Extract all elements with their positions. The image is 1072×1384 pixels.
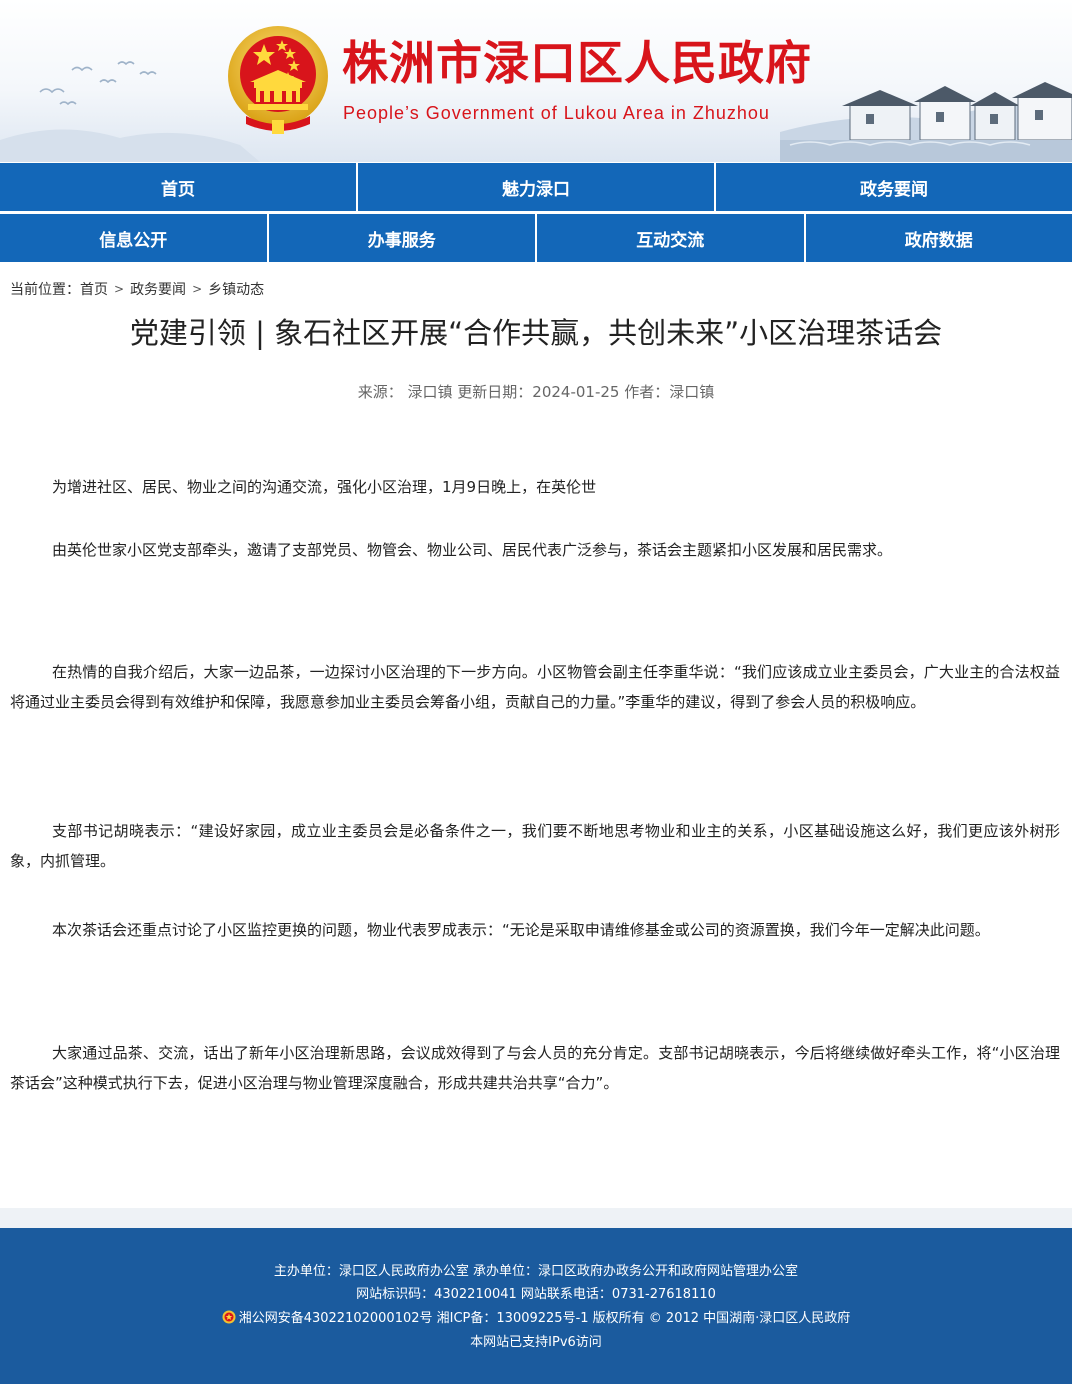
article-paragraph: 为增进社区、居民、物业之间的沟通交流，强化小区治理，1月9日晚上，在英伦世 — [52, 478, 597, 496]
article-paragraph: 支部书记胡晓表示：“建设好家园，成立业主委员会是必备条件之一，我们要不断地思考物… — [10, 822, 1060, 870]
article-meta: 来源： 渌口镇 更新日期：2024-01-25 作者：渌口镇 — [357, 383, 715, 401]
breadcrumb-separator: > — [192, 282, 203, 296]
site-footer: 主办单位：渌口区人民政府办公室 承办单位：渌口区政府办政务公开和政府网站管理办公… — [0, 1228, 1072, 1384]
nav-services[interactable]: 办事服务 — [269, 214, 537, 262]
footer-top-strip — [0, 1208, 1072, 1228]
nav-interaction[interactable]: 互动交流 — [537, 214, 806, 262]
main-nav-row-1: 首页 魅力渌口 政务要闻 — [0, 163, 1072, 211]
nav-government-news[interactable]: 政务要闻 — [716, 163, 1072, 211]
article-paragraph: 由英伦世家小区党支部牵头，邀请了支部党员、物管会、物业公司、居民代表广泛参与，茶… — [52, 541, 893, 559]
footer-site-id: 网站标识码：4302210041 网站联系电话：0731-27618110 — [356, 1287, 716, 1302]
article-title: 党建引领 | 象石社区开展“合作共赢，共创未来”小区治理茶话会 — [129, 316, 943, 350]
footer-sponsor: 主办单位：渌口区人民政府办公室 承办单位：渌口区政府办政务公开和政府网站管理办公… — [273, 1264, 799, 1279]
article-paragraph: 在热情的自我介绍后，大家一边品茶，一边探讨小区治理的下一步方向。小区物管会副主任… — [10, 663, 1060, 711]
nav-charm-lukou[interactable]: 魅力渌口 — [358, 163, 716, 211]
police-badge-icon — [222, 1310, 236, 1324]
article-paragraph: 本次茶话会还重点讨论了小区监控更换的问题，物业代表罗成表示：“无论是采取申请维修… — [52, 921, 990, 939]
footer-ipv6: 本网站已支持IPv6访问 — [470, 1335, 602, 1350]
breadcrumb-label: 当前位置： — [10, 282, 80, 298]
breadcrumb: 当前位置： 首页 > 政务要闻 > 乡镇动态 — [10, 279, 264, 299]
breadcrumb-government-news[interactable]: 政务要闻 — [130, 279, 186, 299]
breadcrumb-separator: > — [114, 282, 125, 296]
header-banner: 株洲市渌口区人民政府 People’s Government of Lukou … — [0, 0, 1072, 162]
nav-home[interactable]: 首页 — [0, 163, 358, 211]
main-nav-row-2: 信息公开 办事服务 互动交流 政府数据 — [0, 214, 1072, 262]
breadcrumb-town-news[interactable]: 乡镇动态 — [208, 279, 264, 299]
article-paragraph: 大家通过品茶、交流，话出了新年小区治理新思路，会议成效得到了与会人员的充分肯定。… — [10, 1044, 1060, 1092]
breadcrumb-home[interactable]: 首页 — [80, 279, 108, 299]
nav-government-data[interactable]: 政府数据 — [806, 214, 1072, 262]
national-emblem-icon — [228, 26, 328, 134]
nav-info-disclosure[interactable]: 信息公开 — [0, 214, 269, 262]
site-title: 株洲市渌口区人民政府 — [342, 36, 812, 90]
site-subtitle: People’s Government of Lukou Area in Zhu… — [343, 103, 770, 123]
footer-registration: 湘公网安备43022102000102号 湘ICP备：13009225号-1 版… — [0, 1310, 1072, 1328]
footer-registration-text[interactable]: 湘公网安备43022102000102号 湘ICP备：13009225号-1 版… — [239, 1311, 851, 1326]
